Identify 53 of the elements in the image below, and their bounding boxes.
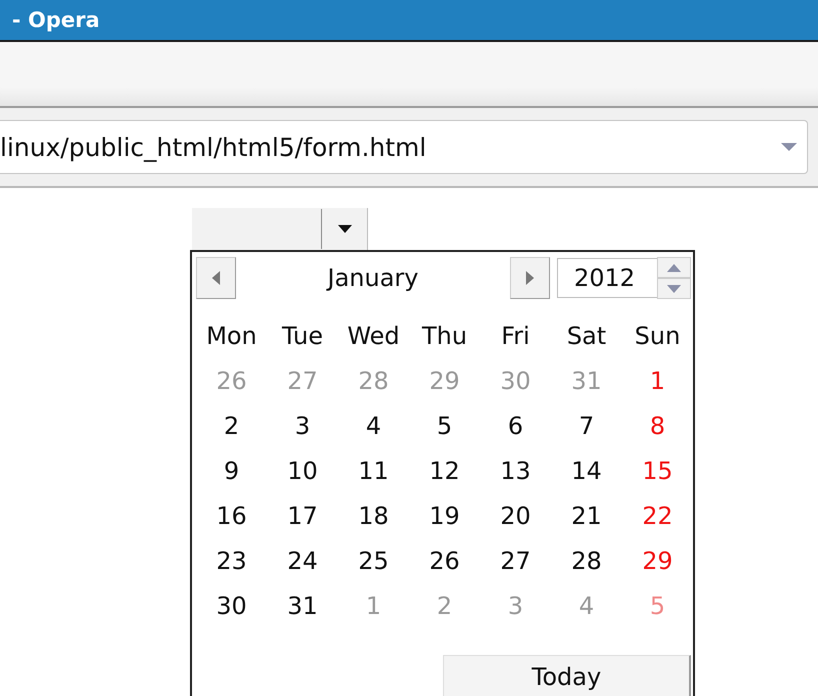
day-cell[interactable]: 9 [196,449,267,494]
day-cell[interactable]: 25 [338,539,409,584]
address-field[interactable]: linux/public_html/html5/form.html [0,120,808,174]
month-label: January [325,264,420,292]
weekday-header: Wed [346,321,401,352]
day-cell[interactable]: 7 [551,404,622,449]
day-cell[interactable]: 11 [338,449,409,494]
day-cell[interactable]: 3 [267,404,338,449]
caret-icon [338,225,352,233]
weekday-header: Thu [420,321,468,352]
day-cell[interactable]: 17 [267,494,338,539]
next-month-button[interactable] [510,257,550,299]
day-cell[interactable]: 13 [480,449,551,494]
previous-month-button[interactable] [196,257,236,299]
day-cell[interactable]: 12 [409,449,480,494]
day-cell[interactable]: 21 [551,494,622,539]
day-cell[interactable]: 28 [551,539,622,584]
day-cell[interactable]: 8 [622,404,693,449]
day-cell[interactable]: 29 [622,539,693,584]
day-cell[interactable]: 4 [338,404,409,449]
day-cell[interactable]: 10 [267,449,338,494]
right-triangle-icon [526,271,534,285]
day-cell[interactable]: 22 [622,494,693,539]
day-cell[interactable]: 18 [338,494,409,539]
spin-up-button[interactable] [657,257,691,278]
day-cell[interactable]: 30 [196,584,267,629]
day-cell[interactable]: 2 [196,404,267,449]
day-cell[interactable]: 31 [267,584,338,629]
day-cell[interactable]: 24 [267,539,338,584]
day-cell[interactable]: 14 [551,449,622,494]
date-field[interactable] [192,208,368,250]
day-cell[interactable]: 26 [409,539,480,584]
day-cell[interactable]: 15 [622,449,693,494]
day-cell[interactable]: 27 [480,539,551,584]
day-cell[interactable]: 19 [409,494,480,539]
today-button[interactable]: Today [443,655,691,696]
day-cell[interactable]: 6 [480,404,551,449]
weekday-header: Fri [500,321,531,352]
window-title: - Opera [12,8,100,32]
down-triangle-icon [667,284,681,292]
weekday-header: Tue [281,321,324,352]
weekday-header: Sat [566,321,608,352]
day-cell[interactable]: 5 [409,404,480,449]
day-cell[interactable]: 1 [622,359,693,404]
day-cell[interactable]: 20 [480,494,551,539]
spin-down-button[interactable] [657,278,691,299]
day-cell[interactable]: 16 [196,494,267,539]
dropdown-icon[interactable] [779,142,799,152]
weekday-header: Mon [205,321,258,352]
left-triangle-icon [212,271,220,285]
up-triangle-icon [667,264,681,272]
day-cell[interactable]: 23 [196,539,267,584]
weekday-header: Sun [634,321,682,352]
